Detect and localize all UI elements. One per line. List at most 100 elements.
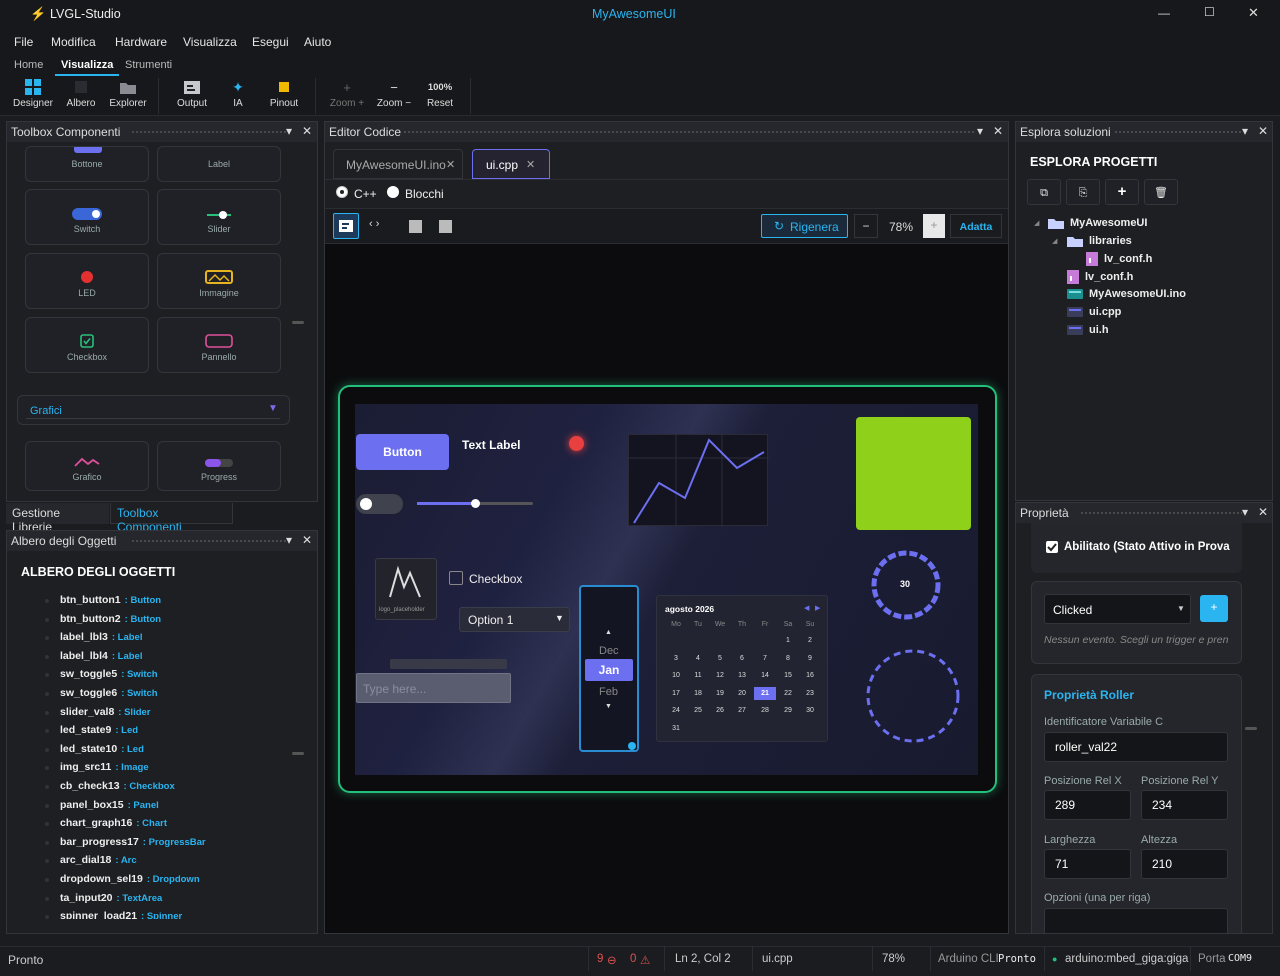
zoom-reset-button[interactable]: 100% Reset: [417, 76, 463, 116]
var-input[interactable]: roller_val22: [1044, 732, 1228, 762]
tree-item[interactable]: sw_toggle6: Switch: [60, 687, 158, 699]
pos-y-input[interactable]: 234: [1141, 790, 1228, 820]
drag-handle[interactable]: [131, 130, 286, 135]
chevron-icon[interactable]: ◢: [1034, 219, 1039, 227]
menu-visualizza[interactable]: Visualizza: [183, 35, 237, 49]
component-immagine[interactable]: Immagine: [157, 253, 281, 309]
tree-item[interactable]: img_src11: Image: [60, 761, 149, 773]
component-bottone[interactable]: Bottone: [25, 146, 149, 182]
maximize-button[interactable]: ☐: [1204, 5, 1215, 19]
calendar-day[interactable]: 23: [799, 690, 821, 697]
minimize-button[interactable]: —: [1158, 6, 1170, 20]
scrollbar-thumb[interactable]: [1245, 727, 1257, 730]
close-icon[interactable]: ✕: [526, 158, 535, 171]
tab-gestione-librerie[interactable]: Gestione Librerie: [6, 503, 109, 534]
calendar-day[interactable]: 29: [777, 707, 799, 714]
menu-modifica[interactable]: Modifica: [51, 35, 96, 49]
close-icon[interactable]: ✕: [993, 124, 1003, 138]
canvas-slider-track[interactable]: [417, 499, 533, 508]
board-name[interactable]: arduino:mbed_giga:giga: [1065, 953, 1188, 965]
canvas-dropdown[interactable]: Option 1 ▼: [459, 607, 570, 632]
canvas-checkbox[interactable]: [449, 571, 463, 585]
regenerate-button[interactable]: ↻ Rigenera: [761, 214, 848, 238]
chevron-icon[interactable]: ◢: [1052, 237, 1057, 245]
close-icon[interactable]: ✕: [302, 533, 312, 547]
close-icon[interactable]: ✕: [1258, 124, 1268, 138]
menu-hardware[interactable]: Hardware: [115, 35, 167, 49]
calendar-day[interactable]: 17: [665, 690, 687, 697]
component-progress[interactable]: Progress: [157, 441, 281, 491]
menu-aiuto[interactable]: Aiuto: [304, 35, 331, 49]
add-button[interactable]: +: [1105, 179, 1139, 205]
scrollbar-thumb[interactable]: [292, 752, 304, 755]
tree-item[interactable]: dropdown_sel19: Dropdown: [60, 873, 200, 885]
solution-root[interactable]: MyAwesomeUI: [1048, 217, 1147, 229]
calendar-day[interactable]: 27: [731, 707, 753, 714]
solution-file-ino[interactable]: MyAwesomeUI.ino: [1067, 288, 1186, 300]
tree-item[interactable]: cb_check13: Checkbox: [60, 780, 175, 792]
delete-button[interactable]: 🗑: [1144, 179, 1178, 205]
component-label-widget[interactable]: Label: [157, 146, 281, 182]
tree-item[interactable]: bar_progress17: ProgressBar: [60, 836, 206, 848]
canvas-button[interactable]: Button: [356, 434, 449, 470]
component-slider[interactable]: Slider: [157, 189, 281, 245]
tree-item[interactable]: label_lbl3: Label: [60, 631, 142, 643]
menu-file[interactable]: File: [14, 35, 33, 49]
tree-item[interactable]: led_state9: Led: [60, 724, 138, 736]
tree-item[interactable]: panel_box15: Panel: [60, 799, 159, 811]
pinout-button[interactable]: Pinout: [261, 76, 307, 116]
tree-item[interactable]: btn_button1: Button: [60, 594, 161, 606]
canvas-arc[interactable]: 30: [870, 549, 942, 621]
pos-x-input[interactable]: 289: [1044, 790, 1131, 820]
calendar-day[interactable]: 15: [777, 672, 799, 679]
close-icon[interactable]: ✕: [302, 124, 312, 138]
height-input[interactable]: 210: [1141, 849, 1228, 879]
calendar-day-selected[interactable]: 21: [754, 686, 776, 700]
output-button[interactable]: Output: [169, 76, 215, 116]
calendar-day[interactable]: 26: [709, 707, 731, 714]
calendar-day[interactable]: 14: [754, 672, 776, 679]
enabled-checkbox[interactable]: [1046, 541, 1058, 553]
calendar-day[interactable]: 19: [709, 690, 731, 697]
tree-item[interactable]: ta_input20: TextArea: [60, 892, 162, 904]
chevron-down-icon[interactable]: ▾: [1242, 124, 1248, 138]
drag-handle[interactable]: [403, 130, 975, 135]
canvas-led[interactable]: [569, 436, 584, 451]
event-select[interactable]: Clicked ▼: [1044, 594, 1191, 624]
canvas-text-label[interactable]: Text Label: [462, 438, 520, 452]
calendar-day[interactable]: 3: [665, 655, 687, 662]
solution-folder-libraries[interactable]: libraries: [1067, 235, 1132, 247]
component-checkbox[interactable]: Checkbox: [25, 317, 149, 373]
canvas-chart[interactable]: [628, 434, 769, 527]
solution-file-lvconf-lib[interactable]: lv_conf.h: [1086, 252, 1152, 266]
component-switch[interactable]: Switch: [25, 189, 149, 245]
calendar-day[interactable]: 9: [799, 655, 821, 662]
canvas-spinner[interactable]: [865, 648, 961, 744]
zoom-plus-button[interactable]: +: [923, 214, 945, 238]
component-grafico[interactable]: Grafico: [25, 441, 149, 491]
resize-handle[interactable]: [628, 742, 636, 750]
calendar-day[interactable]: 28: [754, 707, 776, 714]
scrollbar-thumb[interactable]: [292, 321, 304, 324]
explorer-button[interactable]: Explorer: [105, 76, 151, 116]
tab-toolbox-componenti[interactable]: Toolbox Componenti: [110, 503, 233, 534]
mode-cpp-radio[interactable]: [336, 186, 348, 198]
calendar-day[interactable]: 4: [687, 655, 709, 662]
solution-file-cpp[interactable]: ui.cpp: [1067, 306, 1121, 318]
solution-file-h[interactable]: ui.h: [1067, 324, 1109, 336]
close-button[interactable]: ✕: [1248, 5, 1259, 21]
menu-esegui[interactable]: Esegui: [252, 35, 289, 49]
calendar-day[interactable]: 1: [777, 637, 799, 644]
tab-ui-cpp[interactable]: ui.cpp ✕: [472, 149, 550, 179]
width-input[interactable]: 71: [1044, 849, 1131, 879]
calendar-day[interactable]: 8: [777, 655, 799, 662]
calendar-day[interactable]: 18: [687, 690, 709, 697]
design-view-button[interactable]: [333, 213, 359, 239]
calendar-day[interactable]: 25: [687, 707, 709, 714]
options-textarea[interactable]: [1044, 908, 1228, 933]
canvas-roller[interactable]: ▲ Dec Jan Feb ▼: [579, 585, 639, 752]
new-file-button[interactable]: ⧉: [1027, 179, 1061, 205]
calendar-day[interactable]: 10: [665, 672, 687, 679]
port-value[interactable]: COM9: [1228, 953, 1252, 964]
zoom-minus-button[interactable]: −: [854, 214, 878, 238]
